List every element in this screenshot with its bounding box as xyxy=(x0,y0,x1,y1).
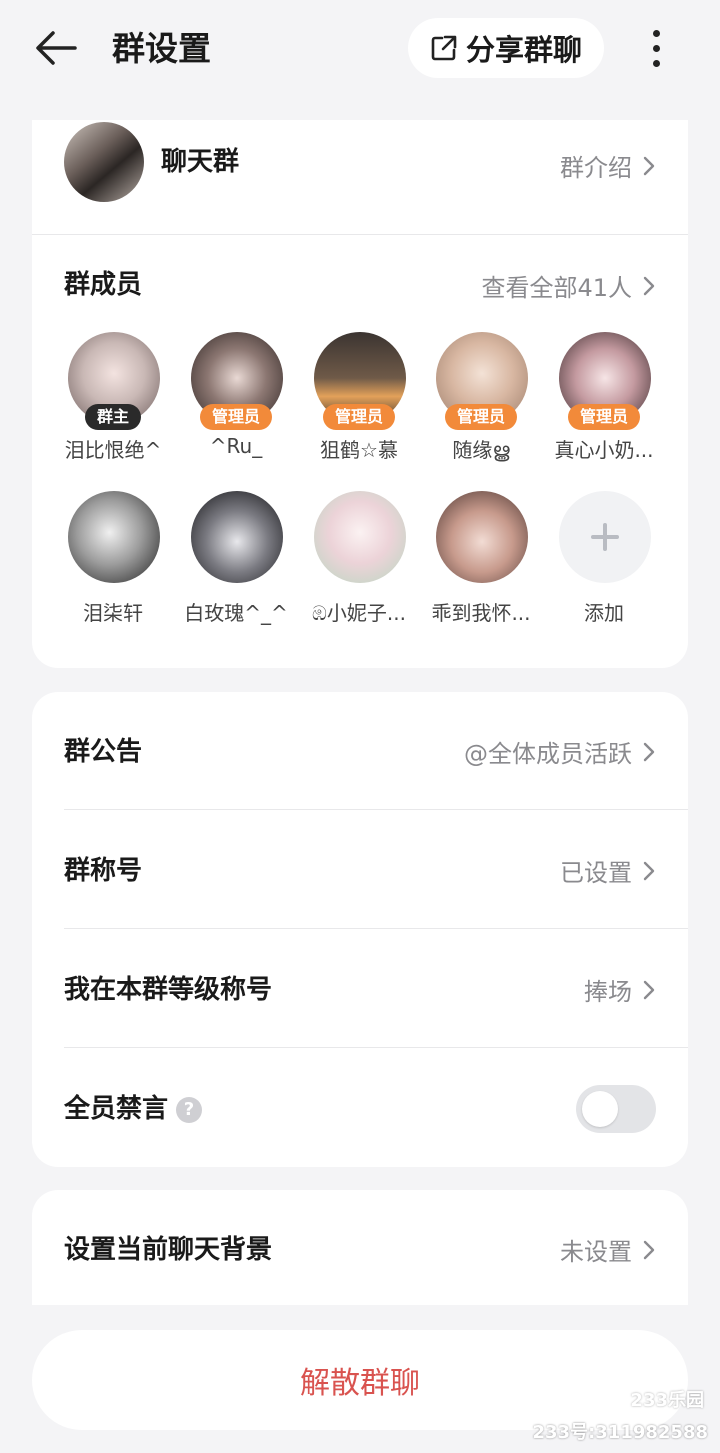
member-name: ඹ小妮子... xyxy=(312,601,406,625)
group-intro-label: 群介绍 xyxy=(560,154,632,182)
admin-badge: 管理员 xyxy=(567,404,641,430)
member-name: ^Ru_ xyxy=(209,434,263,458)
member-avatar xyxy=(314,491,406,583)
group-intro-link[interactable]: 群介绍 xyxy=(560,148,656,183)
group-nickname-value: 已设置 xyxy=(560,859,632,887)
more-dot-icon xyxy=(652,29,660,37)
admin-badge: 管理员 xyxy=(199,404,273,430)
add-member-label: 添加 xyxy=(584,601,624,625)
group-info-card: 聊天群 群介绍 群成员 查看全部41人 群主 泪比恨绝^ 管理员 ^Ru_ 管理… xyxy=(32,120,688,668)
member-name: 真心小奶... xyxy=(554,438,654,462)
member-name: 泪柒轩 xyxy=(83,601,143,625)
member-item[interactable]: 管理员 真心小奶... xyxy=(549,332,659,472)
member-name: 白玫瑰^_^ xyxy=(184,601,288,625)
member-avatar xyxy=(191,491,283,583)
announcement-label: 群公告 xyxy=(64,737,143,767)
chat-background-card: 设置当前聊天背景 未设置 xyxy=(32,1190,688,1305)
group-avatar[interactable] xyxy=(64,122,144,202)
member-item[interactable]: 管理员 狙鹤☆慕 xyxy=(304,332,414,472)
share-group-button[interactable]: 分享群聊 xyxy=(408,18,604,78)
group-settings-card: 群公告 @全体成员活跃 群称号 已设置 我在本群等级称号 捧场 全员禁言? xyxy=(32,692,688,1167)
more-dot-icon xyxy=(652,44,660,52)
member-name: 随缘ൠ xyxy=(452,438,510,462)
member-name: 泪比恨绝^ xyxy=(64,438,162,462)
level-title-row[interactable]: 我在本群等级称号 捧场 xyxy=(64,930,688,1048)
plus-icon xyxy=(591,523,619,551)
owner-badge: 群主 xyxy=(84,404,142,430)
chevron-right-icon xyxy=(643,1240,655,1259)
add-member-button[interactable]: 添加 xyxy=(549,491,659,631)
chevron-right-icon xyxy=(643,742,655,761)
disband-group-button[interactable]: 解散群聊 xyxy=(32,1330,688,1430)
help-icon[interactable]: ? xyxy=(176,1096,203,1123)
member-item[interactable]: 泪柒轩 xyxy=(58,491,168,631)
member-item[interactable]: 乖到我怀... xyxy=(426,491,536,631)
announcement-value-group: @全体成员活跃 xyxy=(464,734,656,769)
view-all-members-link[interactable]: 查看全部41人 xyxy=(481,268,656,303)
arrow-left-icon xyxy=(36,31,77,65)
member-item[interactable]: ඹ小妮子... xyxy=(304,491,414,631)
share-external-icon xyxy=(431,35,457,61)
back-button[interactable] xyxy=(30,26,80,70)
chevron-right-icon xyxy=(643,980,655,999)
chat-background-label: 设置当前聊天背景 xyxy=(64,1235,273,1265)
share-label: 分享群聊 xyxy=(465,33,582,67)
more-dot-icon xyxy=(652,59,660,67)
mute-all-row: 全员禁言? xyxy=(64,1049,688,1167)
mute-all-label-group: 全员禁言? xyxy=(64,1089,203,1129)
watermark-logo: 233乐园 xyxy=(630,1390,704,1411)
group-name: 聊天群 xyxy=(161,147,240,177)
member-item[interactable]: 白玫瑰^_^ xyxy=(181,491,291,631)
announcement-value: @全体成员活跃 xyxy=(464,740,632,768)
toggle-knob xyxy=(582,1091,618,1127)
mute-all-label: 全员禁言 xyxy=(64,1094,169,1124)
group-info-row[interactable]: 聊天群 群介绍 xyxy=(32,120,688,235)
level-title-value: 捧场 xyxy=(584,978,632,1006)
header-bar: 群设置 分享群聊 xyxy=(0,0,720,100)
members-title: 群成员 xyxy=(64,270,143,300)
chevron-right-icon xyxy=(643,276,655,295)
more-options-button[interactable] xyxy=(636,22,676,74)
chat-background-row[interactable]: 设置当前聊天背景 未设置 xyxy=(64,1190,688,1308)
member-item[interactable]: 管理员 随缘ൠ xyxy=(426,332,536,472)
view-all-members-label: 查看全部41人 xyxy=(481,274,632,302)
chevron-right-icon xyxy=(643,861,655,880)
member-avatar xyxy=(436,491,528,583)
level-title-value-group: 捧场 xyxy=(584,972,656,1007)
chat-background-value-group: 未设置 xyxy=(560,1232,656,1267)
chat-background-value: 未设置 xyxy=(560,1238,632,1266)
member-name: 乖到我怀... xyxy=(431,601,531,625)
add-member-circle xyxy=(559,491,651,583)
watermark-id: 233号:311982588 xyxy=(532,1422,709,1443)
announcement-row[interactable]: 群公告 @全体成员活跃 xyxy=(64,692,688,810)
admin-badge: 管理员 xyxy=(322,404,396,430)
member-item[interactable]: 管理员 ^Ru_ xyxy=(181,332,291,472)
group-nickname-value-group: 已设置 xyxy=(560,853,656,888)
page-title: 群设置 xyxy=(112,29,211,68)
mute-all-toggle[interactable] xyxy=(576,1085,656,1133)
chevron-right-icon xyxy=(643,156,655,175)
admin-badge: 管理员 xyxy=(444,404,518,430)
group-nickname-label: 群称号 xyxy=(64,856,143,886)
member-avatar xyxy=(68,491,160,583)
group-nickname-row[interactable]: 群称号 已设置 xyxy=(64,811,688,929)
member-item[interactable]: 群主 泪比恨绝^ xyxy=(58,332,168,472)
member-name: 狙鹤☆慕 xyxy=(320,438,398,462)
level-title-label: 我在本群等级称号 xyxy=(64,975,273,1005)
